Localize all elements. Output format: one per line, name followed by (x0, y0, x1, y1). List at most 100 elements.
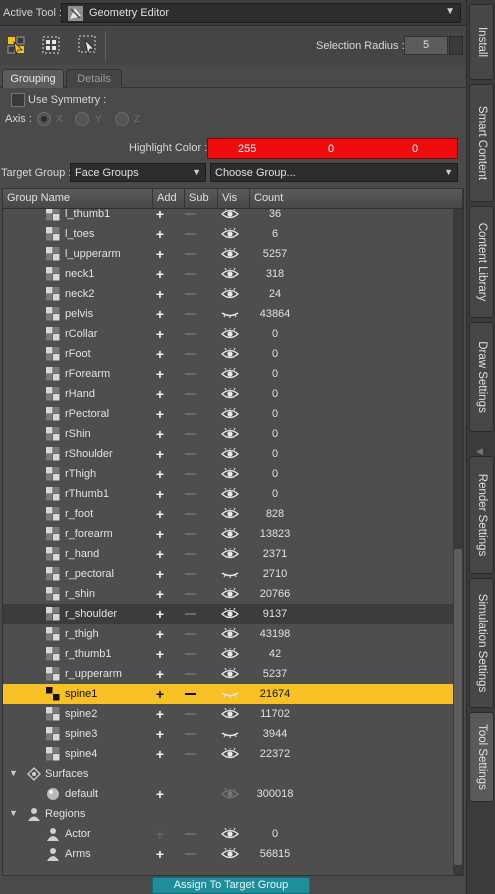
target-group-dropdown[interactable]: Face Groups ▼ (70, 163, 206, 182)
subtract-icon[interactable] (185, 213, 196, 215)
col-add[interactable]: Add (153, 189, 185, 209)
add-icon[interactable]: + (154, 546, 166, 562)
eye-icon[interactable] (221, 488, 239, 500)
expand-arrow-icon[interactable]: ▼ (9, 768, 18, 778)
eye-icon[interactable] (221, 708, 239, 720)
subtract-icon[interactable] (185, 653, 196, 655)
table-row[interactable]: r_forearm +13823 (3, 524, 453, 544)
eye-icon[interactable] (221, 288, 239, 300)
use-symmetry-checkbox[interactable] (11, 93, 25, 107)
subtract-icon[interactable] (185, 713, 196, 715)
add-icon[interactable]: + (154, 386, 166, 402)
subtract-icon[interactable] (185, 453, 196, 455)
eye-closed-icon[interactable] (221, 308, 239, 320)
eye-icon[interactable] (221, 648, 239, 660)
table-row[interactable]: default +300018 (3, 784, 453, 804)
sidebar-tab-tool-settings[interactable]: Tool Settings (469, 712, 494, 802)
add-icon[interactable]: + (154, 586, 166, 602)
axis-z-radio[interactable] (115, 112, 129, 126)
sidebar-tab-render-settings[interactable]: Render Settings (469, 456, 494, 574)
add-icon[interactable]: + (154, 566, 166, 582)
eye-icon[interactable] (221, 468, 239, 480)
eye-icon[interactable] (221, 248, 239, 260)
table-row[interactable]: spine3 +3944 (3, 724, 453, 744)
add-icon[interactable]: + (154, 726, 166, 742)
add-icon[interactable]: + (154, 646, 166, 662)
table-row[interactable]: rThumb1 +0 (3, 484, 453, 504)
subtract-icon[interactable] (185, 273, 196, 275)
subtract-icon[interactable] (185, 593, 196, 595)
table-row[interactable]: l_upperarm +5257 (3, 244, 453, 264)
subtract-icon[interactable] (185, 753, 196, 755)
table-row[interactable]: r_shoulder +9137 (3, 604, 453, 624)
subtract-icon[interactable] (185, 693, 196, 695)
table-row[interactable]: spine1 +21674 (3, 684, 453, 704)
table-row[interactable]: r_hand +2371 (3, 544, 453, 564)
marquee-select-icon[interactable] (40, 34, 62, 56)
eye-icon[interactable] (221, 448, 239, 460)
section-header-surfaces[interactable]: ▼ Surfaces (3, 764, 453, 784)
subtract-icon[interactable] (185, 253, 196, 255)
table-row[interactable]: r_pectoral +2710 (3, 564, 453, 584)
sidebar-tab-install[interactable]: Install (469, 4, 494, 80)
add-icon[interactable]: + (154, 306, 166, 322)
subtract-icon[interactable] (185, 313, 196, 315)
eye-icon[interactable] (221, 228, 239, 240)
lasso-select-icon[interactable] (77, 34, 99, 56)
add-icon[interactable]: + (154, 826, 166, 842)
eye-icon[interactable] (221, 328, 239, 340)
table-row[interactable]: r_upperarm +5237 (3, 664, 453, 684)
subtract-icon[interactable] (185, 613, 196, 615)
eye-icon[interactable] (221, 828, 239, 840)
sidebar-tab-smart-content[interactable]: Smart Content (469, 84, 494, 202)
table-row[interactable]: r_thumb1 +42 (3, 644, 453, 664)
subtract-icon[interactable] (185, 233, 196, 235)
eye-icon[interactable] (221, 788, 239, 800)
add-icon[interactable]: + (154, 686, 166, 702)
table-row[interactable]: rCollar +0 (3, 324, 453, 344)
add-icon[interactable]: + (154, 326, 166, 342)
eye-closed-icon[interactable] (221, 728, 239, 740)
eye-icon[interactable] (221, 668, 239, 680)
add-icon[interactable]: + (154, 446, 166, 462)
table-row[interactable]: Actor +0 (3, 824, 453, 844)
table-row[interactable]: Arms +56815 (3, 844, 453, 864)
subtract-icon[interactable] (185, 393, 196, 395)
eye-icon[interactable] (221, 528, 239, 540)
table-row[interactable]: rShin +0 (3, 424, 453, 444)
selection-radius-slider[interactable] (449, 36, 463, 55)
col-group-name[interactable]: Group Name (3, 189, 153, 209)
sidebar-tab-content-library[interactable]: Content Library (469, 206, 494, 318)
sidebar-tab-simulation-settings[interactable]: Simulation Settings (469, 578, 494, 708)
tab-details[interactable]: Details (66, 69, 122, 88)
table-row[interactable]: rThigh +0 (3, 464, 453, 484)
add-icon[interactable]: + (154, 346, 166, 362)
add-icon[interactable]: + (154, 406, 166, 422)
table-row[interactable]: r_shin +20766 (3, 584, 453, 604)
table-row[interactable]: spine4 +22372 (3, 744, 453, 764)
eye-icon[interactable] (221, 268, 239, 280)
subtract-icon[interactable] (185, 373, 196, 375)
add-icon[interactable]: + (154, 746, 166, 762)
eye-icon[interactable] (221, 608, 239, 620)
table-row[interactable]: r_foot +828 (3, 504, 453, 524)
polygon-select-icon[interactable] (5, 34, 27, 56)
eye-icon[interactable] (221, 368, 239, 380)
table-row[interactable]: rHand +0 (3, 384, 453, 404)
table-scrollbar[interactable] (453, 209, 463, 875)
subtract-icon[interactable] (185, 533, 196, 535)
eye-icon[interactable] (221, 388, 239, 400)
subtract-icon[interactable] (185, 353, 196, 355)
add-icon[interactable]: + (154, 486, 166, 502)
subtract-icon[interactable] (185, 433, 196, 435)
eye-icon[interactable] (221, 209, 239, 220)
table-row[interactable]: rShoulder +0 (3, 444, 453, 464)
eye-icon[interactable] (221, 628, 239, 640)
add-icon[interactable]: + (154, 526, 166, 542)
eye-icon[interactable] (221, 548, 239, 560)
selection-radius-input[interactable]: 5 (404, 36, 448, 55)
table-row[interactable]: rForearm +0 (3, 364, 453, 384)
eye-icon[interactable] (221, 848, 239, 860)
eye-icon[interactable] (221, 408, 239, 420)
eye-icon[interactable] (221, 428, 239, 440)
